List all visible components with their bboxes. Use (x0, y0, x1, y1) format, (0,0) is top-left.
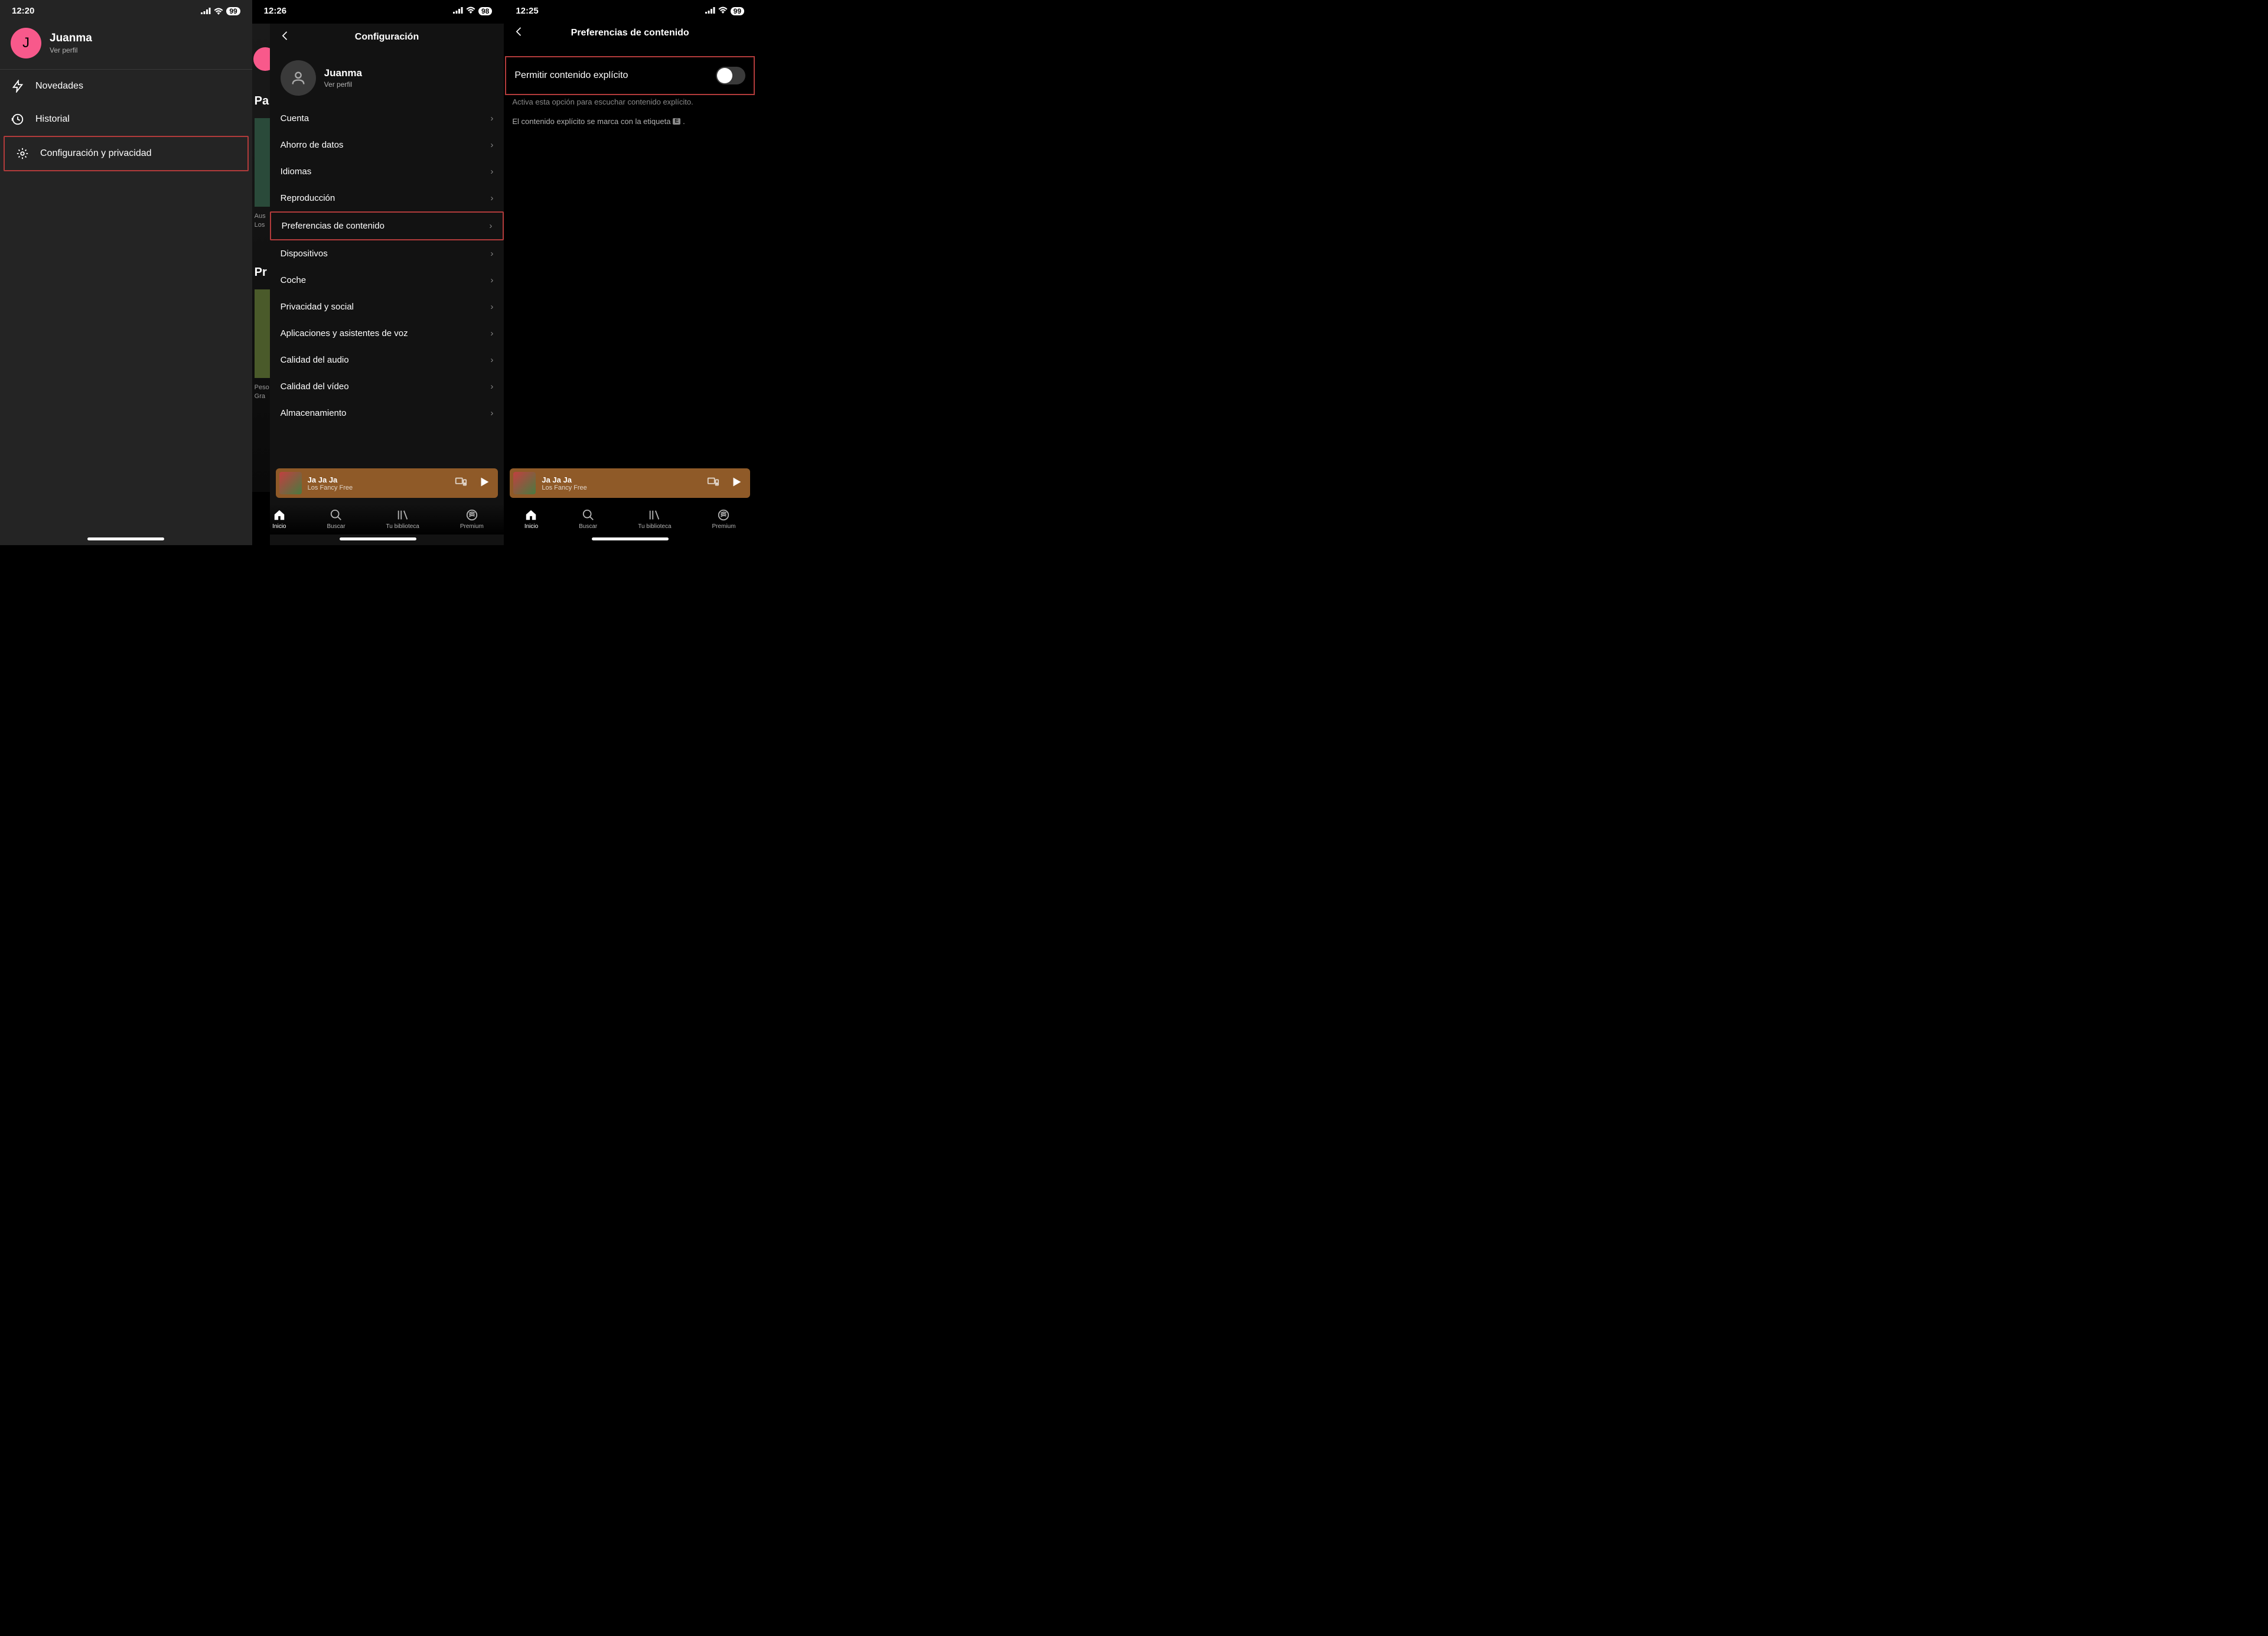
row-dispositivos[interactable]: Dispositivos› (270, 240, 504, 267)
help-text-1: Activa esta opción para escuchar conteni… (504, 95, 756, 109)
screen-account-menu: 12:20 99 J Juanma Ver perfil Novedades H… (0, 0, 252, 545)
back-button[interactable] (513, 26, 525, 41)
nav-inicio[interactable]: Inicio (524, 509, 538, 530)
nav-inicio[interactable]: Inicio (272, 509, 286, 530)
play-icon[interactable] (730, 475, 743, 491)
avatar-placeholder (281, 60, 316, 96)
bottom-nav: Inicio Buscar Tu biblioteca Premium (252, 504, 504, 535)
nav-buscar[interactable]: Buscar (327, 509, 345, 530)
menu-item-novedades[interactable]: Novedades (0, 70, 252, 103)
screen-content-preferences: 12:25 99 Preferencias de contenido Permi… (504, 0, 756, 545)
menu-item-historial[interactable]: Historial (0, 103, 252, 136)
status-bar: 12:20 99 (0, 0, 252, 19)
nav-premium[interactable]: Premium (712, 509, 735, 530)
back-button[interactable] (279, 30, 291, 45)
chevron-right-icon: › (490, 167, 493, 177)
row-preferencias-contenido[interactable]: Preferencias de contenido› (270, 211, 504, 240)
status-time: 12:26 (264, 6, 286, 16)
highlight-config-privacy: Configuración y privacidad (4, 136, 249, 171)
play-icon[interactable] (478, 475, 491, 491)
row-explicit-toggle[interactable]: Permitir contenido explícito (506, 57, 754, 94)
track-artist: Los Fancy Free (308, 484, 449, 491)
chevron-right-icon: › (490, 408, 493, 418)
row-almacenamiento[interactable]: Almacenamiento› (270, 400, 504, 426)
home-indicator[interactable] (340, 537, 416, 540)
track-title: Ja Ja Ja (542, 475, 700, 484)
row-privacidad-social[interactable]: Privacidad y social› (270, 294, 504, 320)
toggle-switch[interactable] (716, 67, 745, 84)
wifi-icon (466, 6, 475, 16)
status-bar: 12:25 99 (504, 0, 756, 19)
wifi-icon (214, 8, 223, 15)
chevron-right-icon: › (490, 193, 493, 203)
track-artist: Los Fancy Free (542, 484, 700, 491)
bottom-nav: Inicio Buscar Tu biblioteca Premium (504, 504, 756, 535)
devices-icon[interactable] (706, 475, 719, 491)
status-time: 12:20 (12, 6, 34, 16)
chevron-right-icon: › (490, 113, 493, 123)
chevron-right-icon: › (490, 382, 493, 392)
home-indicator[interactable] (592, 537, 669, 540)
background-home-strip: Pa Aus Los Pr Peso Gra (252, 24, 270, 492)
highlight-explicit-toggle: Permitir contenido explícito (505, 56, 755, 95)
nav-biblioteca[interactable]: Tu biblioteca (386, 509, 419, 530)
row-calidad-video[interactable]: Calidad del vídeo› (270, 373, 504, 400)
cellular-icon (453, 6, 463, 16)
row-coche[interactable]: Coche› (270, 267, 504, 294)
chevron-right-icon: › (490, 249, 493, 259)
profile-name: Juanma (50, 32, 92, 45)
bolt-icon (11, 79, 25, 93)
devices-icon[interactable] (454, 475, 467, 491)
chevron-right-icon: › (490, 140, 493, 150)
row-reproduccion[interactable]: Reproducción› (270, 185, 504, 211)
album-art (513, 472, 536, 494)
row-ahorro-datos[interactable]: Ahorro de datos› (270, 132, 504, 158)
cellular-icon (201, 8, 211, 14)
mini-player[interactable]: Ja Ja Ja Los Fancy Free (510, 468, 750, 498)
config-profile[interactable]: Juanma Ver perfil (270, 51, 504, 105)
avatar: J (11, 28, 41, 58)
profile-name: Juanma (324, 67, 362, 79)
battery-badge: 98 (478, 7, 492, 15)
nav-header: Configuración (270, 24, 504, 51)
profile-sublabel: Ver perfil (324, 80, 362, 89)
gear-icon (15, 146, 30, 161)
chevron-right-icon: › (490, 328, 493, 338)
row-cuenta[interactable]: Cuenta› (270, 105, 504, 132)
nav-biblioteca[interactable]: Tu biblioteca (638, 509, 671, 530)
status-time: 12:25 (516, 6, 538, 16)
explicit-badge: E (673, 118, 680, 125)
nav-header: Preferencias de contenido (504, 19, 756, 47)
profile-header[interactable]: J Juanma Ver perfil (0, 19, 252, 69)
row-idiomas[interactable]: Idiomas› (270, 158, 504, 185)
history-icon (11, 112, 25, 126)
home-indicator[interactable] (87, 537, 164, 540)
nav-premium[interactable]: Premium (460, 509, 484, 530)
page-title: Preferencias de contenido (571, 28, 689, 38)
row-apps-voz[interactable]: Aplicaciones y asistentes de voz› (270, 320, 504, 347)
chevron-right-icon: › (490, 302, 493, 312)
chevron-right-icon: › (490, 275, 493, 285)
wifi-icon (718, 6, 728, 16)
mini-player[interactable]: Ja Ja Ja Los Fancy Free (276, 468, 498, 498)
profile-sublabel: Ver perfil (50, 46, 92, 54)
battery-badge: 99 (226, 7, 240, 15)
battery-badge: 99 (731, 7, 744, 15)
toggle-label: Permitir contenido explícito (514, 70, 628, 81)
album-art (279, 472, 302, 494)
page-title: Configuración (355, 32, 419, 43)
help-text-2: El contenido explícito se marca con la e… (504, 109, 756, 134)
cellular-icon (705, 6, 715, 16)
track-title: Ja Ja Ja (308, 475, 449, 484)
row-calidad-audio[interactable]: Calidad del audio› (270, 347, 504, 373)
nav-buscar[interactable]: Buscar (579, 509, 597, 530)
chevron-right-icon: › (489, 221, 492, 231)
screen-configuration: 12:26 98 Pa Aus Los Pr Peso Gra Configur… (252, 0, 504, 545)
status-bar: 12:26 98 (252, 0, 504, 19)
chevron-right-icon: › (490, 355, 493, 365)
menu-item-config-privacy[interactable]: Configuración y privacidad (5, 137, 247, 170)
